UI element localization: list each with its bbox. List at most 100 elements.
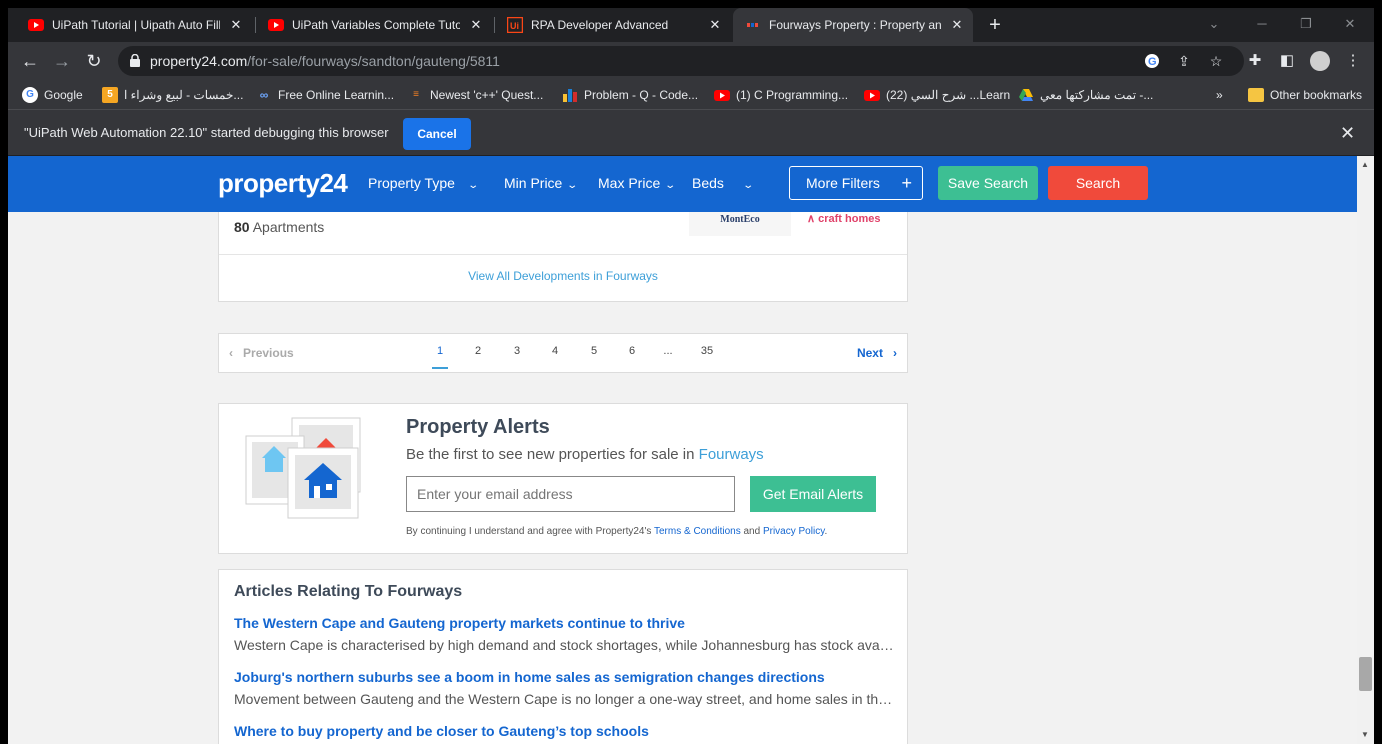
reload-icon[interactable]: ↻ — [84, 51, 104, 71]
max-price-dropdown[interactable]: Max Price ⌄ — [598, 175, 677, 191]
minimize-icon[interactable]: ─ — [1252, 14, 1272, 34]
bookmark-star-icon[interactable]: ☆ — [1208, 53, 1224, 69]
count-label: Apartments — [249, 219, 325, 235]
youtube-icon — [864, 87, 880, 103]
chevrons-right-icon: » — [1216, 88, 1223, 102]
privacy-policy-link[interactable]: Privacy Policy — [763, 526, 825, 537]
tab-uipath-autofill[interactable]: UiPath Tutorial | Uipath Auto Fill ✕ — [16, 8, 252, 42]
location-link[interactable]: Fourways — [699, 446, 764, 463]
close-tab-icon[interactable]: ✕ — [468, 17, 484, 33]
tab-uipath-variables[interactable]: UiPath Variables Complete Tutori ✕ — [256, 8, 492, 42]
search-button[interactable]: Search — [1048, 166, 1148, 200]
page-link[interactable]: 6 — [622, 345, 642, 357]
property24-icon — [747, 23, 758, 27]
property-type-dropdown[interactable]: Property Type ⌄ — [368, 175, 479, 191]
craft-homes-logo[interactable]: ∧ craft homes — [807, 212, 891, 228]
browser-window: UiPath Tutorial | Uipath Auto Fill ✕ UiP… — [8, 8, 1374, 744]
chevron-down-icon: ⌄ — [664, 180, 677, 191]
browser-toolbar: ← → ↻ property24.com/for-sale/fourways/s… — [8, 42, 1374, 80]
bookmark-drive-shared[interactable]: تمت مشاركتها معي -... — [1018, 86, 1153, 104]
developments-count: 80 Apartments — [234, 219, 324, 235]
tab-rpa-developer[interactable]: Ui RPA Developer Advanced ✕ — [495, 8, 731, 42]
min-price-label: Min Price — [504, 175, 563, 191]
codeforces-icon — [562, 87, 578, 103]
save-search-button[interactable]: Save Search — [938, 166, 1038, 200]
bookmark-label: Newest 'c++' Quest... — [430, 88, 544, 102]
bookmark-label: Free Online Learnin... — [278, 88, 395, 102]
count-value: 80 — [234, 219, 250, 235]
page-ellipsis: ... — [663, 345, 673, 357]
close-tab-icon[interactable]: ✕ — [228, 17, 244, 33]
menu-kebab-icon[interactable]: ⋮ — [1344, 52, 1362, 70]
page-link[interactable]: 35 — [697, 345, 717, 357]
uipath-icon: Ui — [507, 17, 523, 33]
bookmark-stackoverflow[interactable]: ≡ Newest 'c++' Quest... — [408, 86, 543, 104]
tab-title: UiPath Variables Complete Tutori — [292, 18, 460, 32]
restore-icon[interactable]: ❐ — [1296, 14, 1316, 34]
bookmark-coursera[interactable]: ∞ Free Online Learnin... — [256, 86, 394, 104]
close-tab-icon[interactable]: ✕ — [949, 17, 965, 33]
article-title-link[interactable]: The Western Cape and Gauteng property ma… — [234, 615, 685, 631]
bookmark-google[interactable]: G Google — [22, 86, 83, 104]
bookmark-khamsat[interactable]: 5 خمسات - لبيع وشراء ا... — [102, 86, 243, 104]
lock-icon — [130, 54, 140, 67]
khamsat-icon: 5 — [102, 87, 118, 103]
beds-dropdown[interactable]: Beds ⌄ — [692, 175, 754, 191]
drive-icon — [1018, 87, 1034, 103]
property24-logo[interactable]: property24 — [218, 168, 348, 199]
previous-page-button[interactable]: ‹ Previous — [229, 346, 294, 360]
bookmark-codeforces[interactable]: Problem - Q - Code... — [562, 86, 698, 104]
view-all-developments-link[interactable]: View All Developments in Fourways — [219, 269, 907, 283]
other-bookmarks[interactable]: Other bookmarks — [1248, 86, 1362, 104]
bookmarks-overflow-button[interactable]: » — [1216, 86, 1223, 104]
page-viewport: property24 Property Type ⌄ Min Price ⌄ Max… — [8, 156, 1374, 744]
terms-link[interactable]: Terms & Conditions — [654, 526, 741, 537]
min-price-dropdown[interactable]: Min Price ⌄ — [504, 175, 578, 191]
google-lens-icon[interactable]: G — [1144, 53, 1160, 69]
window-close-icon[interactable]: ✕ — [1340, 14, 1360, 34]
subtitle-text: Be the first to see new properties for s… — [406, 446, 699, 463]
property-type-label: Property Type — [368, 175, 455, 191]
previous-label: Previous — [243, 346, 294, 360]
close-tab-icon[interactable]: ✕ — [707, 17, 723, 33]
scrollbar-thumb[interactable] — [1359, 657, 1372, 691]
site-header: property24 Property Type ⌄ Min Price ⌄ Max… — [8, 156, 1357, 212]
youtube-icon — [268, 19, 284, 31]
forward-icon[interactable]: → — [52, 51, 72, 71]
scroll-up-arrow-icon[interactable]: ▲ — [1361, 160, 1369, 169]
address-bar[interactable]: property24.com/for-sale/fourways/sandton… — [118, 46, 1244, 76]
side-panel-icon[interactable]: ◧ — [1278, 52, 1296, 70]
article-title-link[interactable]: Joburg's northern suburbs see a boom in … — [234, 669, 825, 685]
article-title-link[interactable]: Where to buy property and be closer to G… — [234, 723, 649, 739]
page-scrollbar[interactable]: ▲ ▼ — [1357, 156, 1374, 744]
close-infobar-icon[interactable]: ✕ — [1340, 124, 1355, 142]
page-link[interactable]: 2 — [468, 345, 488, 357]
debugging-infobar: "UiPath Web Automation 22.10" started de… — [8, 110, 1374, 156]
more-filters-button[interactable]: More Filters + — [789, 166, 923, 200]
bookmark-label: تمت مشاركتها معي -... — [1040, 88, 1154, 102]
bookmark-label: (22) شرح السي ...Learn — [886, 88, 1011, 102]
next-page-button[interactable]: Next › — [857, 346, 897, 360]
article-summary: Western Cape is characterised by high de… — [234, 637, 894, 653]
bookmark-learn-c[interactable]: (22) شرح السي ...Learn — [864, 86, 1010, 104]
tab-search-icon[interactable]: ⌄ — [1204, 14, 1224, 34]
new-tab-icon[interactable]: + — [984, 14, 1006, 36]
bookmark-c-programming[interactable]: (1) C Programming... — [714, 86, 848, 104]
page-link[interactable]: 1 — [430, 345, 450, 357]
tab-title: RPA Developer Advanced — [531, 18, 669, 32]
tab-fourways-property[interactable]: Fourways Property : Property and ✕ — [733, 8, 973, 42]
scroll-down-arrow-icon[interactable]: ▼ — [1361, 730, 1369, 739]
back-icon[interactable]: ← — [20, 51, 40, 71]
monteco-logo[interactable]: MontEco — [689, 212, 791, 236]
share-icon[interactable]: ⇪ — [1176, 53, 1192, 69]
profile-avatar[interactable] — [1310, 51, 1330, 71]
page-link[interactable]: 4 — [545, 345, 565, 357]
page-link[interactable]: 5 — [584, 345, 604, 357]
extensions-icon[interactable]: ✚ — [1246, 52, 1264, 70]
developments-card: 80 Apartments MontEco ∧ craft homes View… — [218, 212, 908, 302]
email-input[interactable] — [406, 476, 735, 512]
cancel-debugging-button[interactable]: Cancel — [403, 118, 471, 150]
url-host: property24.com — [150, 53, 248, 69]
get-email-alerts-button[interactable]: Get Email Alerts — [750, 476, 876, 512]
page-link[interactable]: 3 — [507, 345, 527, 357]
